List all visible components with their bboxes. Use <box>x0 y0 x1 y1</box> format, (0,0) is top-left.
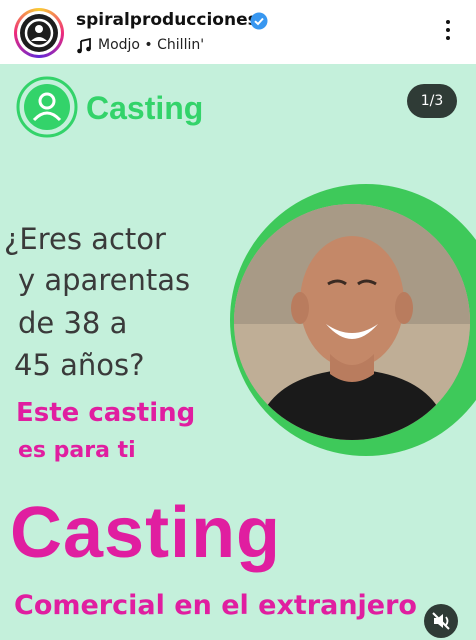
carousel-counter: 1/3 <box>407 84 457 118</box>
post-image[interactable]: Casting 1/3 ¿Eres actor y aparentas de 3… <box>0 64 476 640</box>
subtitle-line-1: Este casting <box>16 398 196 428</box>
logo-text: Casting <box>86 90 204 126</box>
casting-logo-icon <box>16 76 78 138</box>
username[interactable]: spiralproducciones <box>76 10 258 30</box>
question-line-4: 45 años? <box>14 348 145 382</box>
verified-badge-icon <box>250 12 268 30</box>
more-options-button[interactable] <box>438 20 458 46</box>
post-header: spiralproducciones Modjo • Chillin' <box>0 0 476 64</box>
question-line-3: de 38 a <box>18 306 128 340</box>
bottom-subtitle: Comercial en el extranjero <box>14 590 417 621</box>
question-line-1: ¿Eres actor <box>4 222 166 256</box>
spiral-logo-icon <box>24 18 54 48</box>
music-track[interactable]: Modjo • Chillin' <box>98 37 204 53</box>
profile-avatar[interactable] <box>14 8 64 58</box>
music-note-icon <box>77 38 91 54</box>
actor-photo <box>234 204 470 440</box>
subtitle-line-2: es para ti <box>18 438 136 463</box>
muted-speaker-icon <box>432 612 450 630</box>
more-vertical-icon <box>446 20 450 24</box>
big-title: Casting <box>10 493 282 573</box>
question-line-2: y aparentas <box>18 263 191 297</box>
mute-button[interactable] <box>424 604 458 638</box>
